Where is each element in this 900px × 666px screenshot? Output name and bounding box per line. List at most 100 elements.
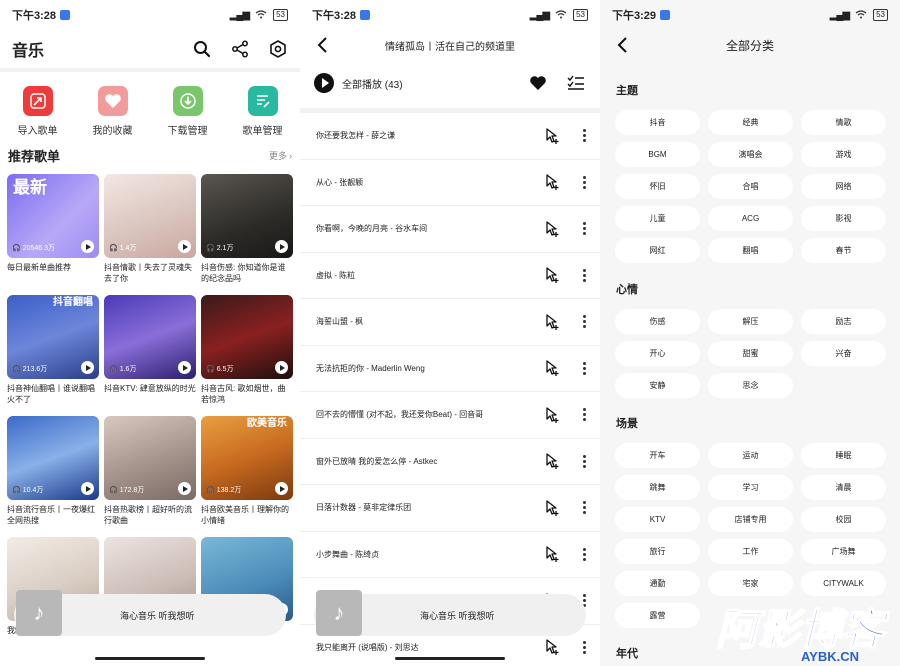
category-chip[interactable]: ACG: [708, 206, 793, 231]
more-options-icon[interactable]: [582, 222, 586, 236]
add-to-playlist-icon[interactable]: [542, 451, 562, 471]
category-chip[interactable]: 影视: [801, 206, 886, 231]
category-chip[interactable]: 翻唱: [708, 238, 793, 263]
quick-download-manager[interactable]: 下载管理: [150, 86, 225, 137]
play-icon[interactable]: [178, 482, 191, 495]
playlist-card[interactable]: 🎧 1.4万 抖音情歌丨失去了灵魂失去了你: [104, 174, 196, 295]
mini-player[interactable]: ♪ 海心音乐 听我想听: [14, 590, 286, 636]
category-chip[interactable]: CITYWALK: [801, 571, 886, 596]
more-options-icon[interactable]: [582, 454, 586, 468]
category-chip[interactable]: 校园: [801, 507, 886, 532]
song-row[interactable]: 海誓山盟 - 枫: [300, 299, 600, 346]
add-to-playlist-icon[interactable]: [542, 219, 562, 239]
category-chip[interactable]: 思念: [708, 373, 793, 398]
play-all-button[interactable]: [314, 73, 334, 93]
playlist-card[interactable]: 欧美音乐 🎧 138.2万 抖音欧美音乐丨理解你的小情绪: [201, 416, 293, 537]
more-options-icon[interactable]: [582, 129, 586, 143]
category-chip[interactable]: 网络: [801, 174, 886, 199]
category-chip[interactable]: BGM: [615, 142, 700, 167]
quick-playlist-manager[interactable]: 歌单管理: [225, 86, 300, 137]
more-options-icon[interactable]: [582, 268, 586, 282]
back-icon[interactable]: [612, 35, 632, 55]
add-to-playlist-icon[interactable]: [542, 265, 562, 285]
add-to-playlist-icon[interactable]: [542, 405, 562, 425]
play-icon[interactable]: [81, 361, 94, 374]
playlist-card[interactable]: 抖音翻唱 🎧 213.6万 抖音神仙翻唱丨谁说翻唱火不了: [7, 295, 99, 416]
category-chip[interactable]: 运动: [708, 443, 793, 468]
quick-import-playlist[interactable]: 导入歌单: [0, 86, 75, 137]
play-icon[interactable]: [81, 240, 94, 253]
add-to-playlist-icon[interactable]: [542, 126, 562, 146]
add-to-playlist-icon[interactable]: [542, 637, 562, 657]
category-chip[interactable]: 合唱: [708, 174, 793, 199]
category-chip[interactable]: 开心: [615, 341, 700, 366]
category-chip[interactable]: 游戏: [801, 142, 886, 167]
settings-icon[interactable]: [268, 39, 288, 59]
song-row[interactable]: 日落计数器 - 莫非定律乐团: [300, 485, 600, 532]
more-options-icon[interactable]: [582, 547, 586, 561]
song-row[interactable]: 从心 - 张靓颖: [300, 160, 600, 206]
category-chip[interactable]: 怀旧: [615, 174, 700, 199]
more-options-icon[interactable]: [582, 361, 586, 375]
play-icon[interactable]: [178, 361, 191, 374]
add-to-playlist-icon[interactable]: [542, 544, 562, 564]
song-row[interactable]: 小步舞曲 - 陈绮贞: [300, 532, 600, 578]
category-chip[interactable]: 睡眠: [801, 443, 886, 468]
category-chip[interactable]: 安静: [615, 373, 700, 398]
more-options-icon[interactable]: [582, 501, 586, 515]
category-chip[interactable]: 店铺专用: [708, 507, 793, 532]
share-icon[interactable]: [230, 39, 250, 59]
category-chip[interactable]: 露营: [615, 603, 700, 628]
category-chip[interactable]: 跳舞: [615, 475, 700, 500]
category-chip[interactable]: 旅行: [615, 539, 700, 564]
song-row[interactable]: 回不去的懵懂 (对不起，我还爱你Beat) - 回音哥: [300, 392, 600, 439]
category-chip[interactable]: KTV: [615, 507, 700, 532]
category-chip[interactable]: 儿童: [615, 206, 700, 231]
add-to-playlist-icon[interactable]: [542, 358, 562, 378]
category-chip[interactable]: 学习: [708, 475, 793, 500]
add-to-playlist-icon[interactable]: [542, 498, 562, 518]
category-chip[interactable]: 广场舞: [801, 539, 886, 564]
playlist-card[interactable]: 🎧 10.4万 抖音流行音乐丨一夜爆红全网热搜: [7, 416, 99, 537]
more-options-icon[interactable]: [582, 175, 586, 189]
play-icon[interactable]: [275, 240, 288, 253]
song-row[interactable]: 窗外已放晴 我的爱怎么停 - Astkec: [300, 439, 600, 485]
category-chip[interactable]: 清晨: [801, 475, 886, 500]
heart-icon[interactable]: [528, 73, 548, 93]
playlist-card[interactable]: 🎧 172.8万 抖音热歌榜丨超好听的流行歌曲: [104, 416, 196, 537]
playlist-card[interactable]: 最新 🎧 20546.3万 每日最新单曲推荐: [7, 174, 99, 295]
more-options-icon[interactable]: [582, 408, 586, 422]
category-chip[interactable]: 甜蜜: [708, 341, 793, 366]
back-icon[interactable]: [312, 35, 332, 55]
multi-select-icon[interactable]: [566, 73, 586, 93]
play-icon[interactable]: [275, 482, 288, 495]
more-options-icon[interactable]: [582, 315, 586, 329]
mini-player[interactable]: ♪ 海心音乐 听我想听: [314, 590, 586, 636]
play-icon[interactable]: [81, 482, 94, 495]
more-options-icon[interactable]: [582, 640, 586, 654]
category-chip[interactable]: 伤感: [615, 309, 700, 334]
category-chip[interactable]: 网红: [615, 238, 700, 263]
category-chip[interactable]: 工作: [708, 539, 793, 564]
category-chip[interactable]: 开车: [615, 443, 700, 468]
category-chip[interactable]: 春节: [801, 238, 886, 263]
category-chip[interactable]: 情歌: [801, 110, 886, 135]
playlist-card[interactable]: 🎧 1.6万 抖音KTV: 肆意放纵的时光: [104, 295, 196, 416]
song-row[interactable]: 虚拟 - 陈粒: [300, 253, 600, 299]
play-icon[interactable]: [275, 361, 288, 374]
add-to-playlist-icon[interactable]: [542, 172, 562, 192]
search-icon[interactable]: [192, 39, 212, 59]
category-chip[interactable]: 通勤: [615, 571, 700, 596]
category-chip[interactable]: 解压: [708, 309, 793, 334]
song-row[interactable]: 你还要我怎样 - 薛之谦: [300, 113, 600, 160]
play-icon[interactable]: [178, 240, 191, 253]
playlist-card[interactable]: 🎧 2.1万 抖音伤感: 你知道你是谁的纪念品吗: [201, 174, 293, 295]
song-row[interactable]: 你看啊，今晚的月亮 - 谷水车间: [300, 206, 600, 253]
category-chip[interactable]: 励志: [801, 309, 886, 334]
playlist-card[interactable]: 🎧 6.5万 抖音古风: 歌如烟世，曲若惊鸿: [201, 295, 293, 416]
quick-my-favorites[interactable]: 我的收藏: [75, 86, 150, 137]
category-chip[interactable]: 兴奋: [801, 341, 886, 366]
more-link[interactable]: 更多 ›: [269, 149, 292, 162]
add-to-playlist-icon[interactable]: [542, 312, 562, 332]
category-chip[interactable]: 经典: [708, 110, 793, 135]
